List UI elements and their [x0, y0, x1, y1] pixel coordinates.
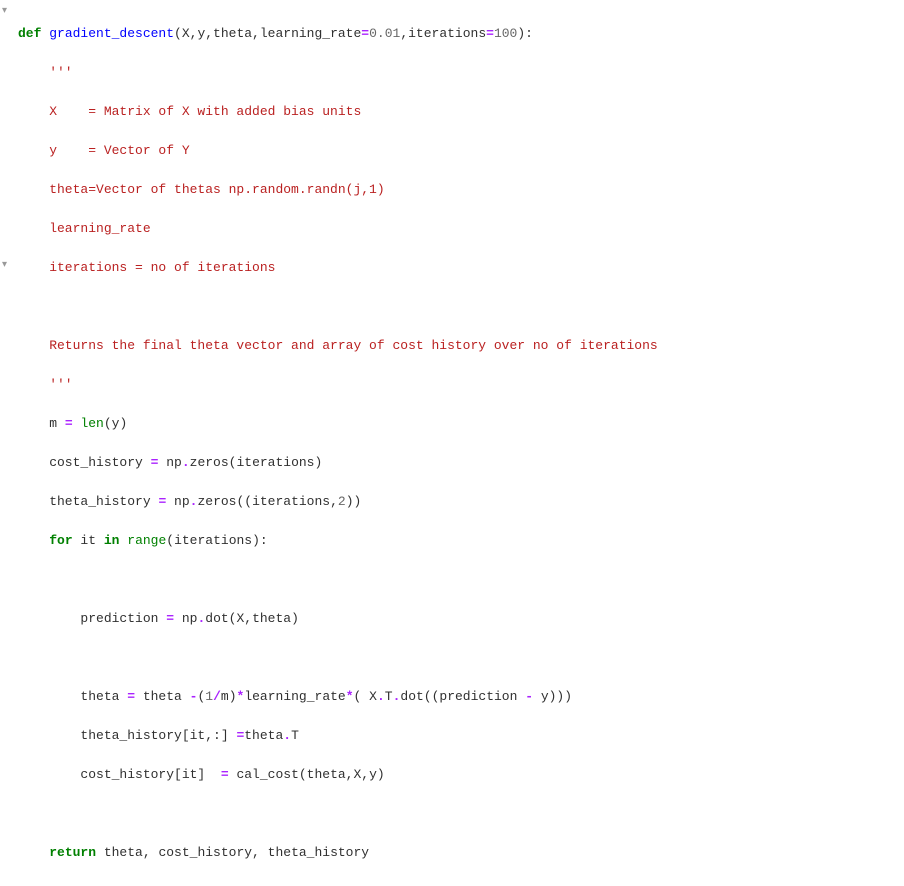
docstring-line: X = Matrix of X with added bias units	[18, 102, 904, 122]
docstring-line: '''	[18, 375, 904, 395]
docstring-line: Returns the final theta vector and array…	[18, 336, 904, 356]
fold-marker-icon[interactable]: ▾	[2, 258, 7, 273]
function-name: gradient_descent	[49, 26, 174, 41]
docstring-line: learning_rate	[18, 219, 904, 239]
keyword-def: def	[18, 26, 41, 41]
docstring-line: '''	[18, 63, 904, 83]
code-line: theta_history = np.zeros((iterations,2))	[18, 492, 904, 512]
code-line: cost_history[it] = cal_cost(theta,X,y)	[18, 765, 904, 785]
code-gutter: ▾ ▾	[0, 0, 14, 886]
code-line: theta_history[it,:] =theta.T	[18, 726, 904, 746]
code-line: m = len(y)	[18, 414, 904, 434]
code-line	[18, 804, 904, 824]
code-line	[18, 570, 904, 590]
code-line: return theta, cost_history, theta_histor…	[18, 843, 904, 863]
code-line: def gradient_descent(X,y,theta,learning_…	[18, 24, 904, 44]
docstring-line: iterations = no of iterations	[18, 258, 904, 278]
code-line: prediction = np.dot(X,theta)	[18, 609, 904, 629]
code-block: def gradient_descent(X,y,theta,learning_…	[16, 4, 904, 882]
fold-marker-icon[interactable]: ▾	[2, 4, 7, 19]
code-line: cost_history = np.zeros(iterations)	[18, 453, 904, 473]
docstring-line: y = Vector of Y	[18, 141, 904, 161]
code-line: for it in range(iterations):	[18, 531, 904, 551]
docstring-line: theta=Vector of thetas np.random.randn(j…	[18, 180, 904, 200]
code-line	[18, 648, 904, 668]
docstring-line	[18, 297, 904, 317]
code-line: theta = theta -(1/m)*learning_rate*( X.T…	[18, 687, 904, 707]
